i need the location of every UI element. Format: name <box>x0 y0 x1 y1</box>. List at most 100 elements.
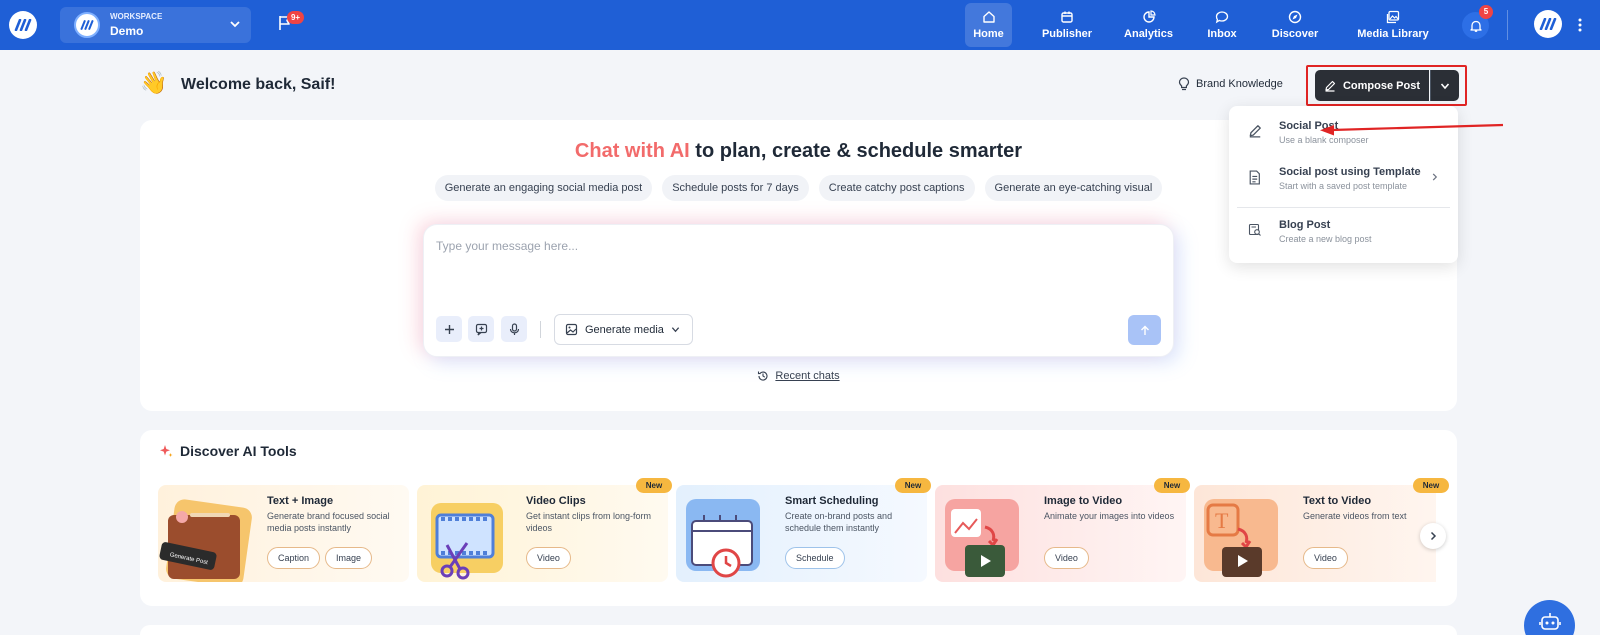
nav-analytics[interactable]: Analytics <box>1120 0 1177 50</box>
nav-home[interactable]: Home <box>965 3 1012 47</box>
prompt-chip[interactable]: Schedule posts for 7 days <box>662 175 809 201</box>
prompt-chip[interactable]: Create catchy post captions <box>818 175 975 201</box>
add-attachment-button[interactable] <box>436 316 462 342</box>
text-image-illustration: Generate Post <box>159 499 252 582</box>
lightbulb-icon <box>1178 77 1190 91</box>
pencil-icon <box>1249 125 1261 138</box>
hero-title-rest: to plan, create & schedule smarter <box>689 140 1023 162</box>
discover-title: Discover AI Tools <box>180 443 297 459</box>
images-icon <box>1386 10 1400 24</box>
carousel-next-button[interactable] <box>1420 523 1446 549</box>
generate-media-label: Generate media <box>585 323 664 336</box>
video-clips-illustration <box>431 503 503 580</box>
tag-image[interactable]: Image <box>325 547 373 569</box>
nav-discover-label: Discover <box>1271 28 1319 40</box>
microphone-icon <box>509 322 519 335</box>
plus-icon <box>444 324 454 334</box>
robot-icon <box>1538 613 1561 630</box>
card-title: Image to Video <box>1044 495 1123 507</box>
workspace-switcher[interactable]: WORKSPACE Demo <box>60 7 251 43</box>
chevron-down-icon <box>1440 82 1450 89</box>
tag-caption[interactable]: Caption <box>267 547 321 569</box>
nav-inbox[interactable]: Inbox <box>1200 0 1244 50</box>
nav-publisher-label: Publisher <box>1041 28 1093 40</box>
card-description: Create on-brand posts and schedule them … <box>785 511 893 533</box>
compose-post-button[interactable]: Compose Post <box>1315 70 1429 101</box>
home-icon <box>982 11 995 23</box>
tool-card-image-to-video[interactable]: Image to Video Animate your images into … <box>935 485 1186 582</box>
bell-icon <box>1469 20 1482 32</box>
navbar-divider <box>1507 10 1508 40</box>
prompt-chip[interactable]: Generate an eye-catching visual <box>984 175 1163 201</box>
compass-icon <box>1288 10 1302 24</box>
card-description: Animate your images into videos <box>1044 511 1175 521</box>
card-title: Text to Video <box>1303 495 1372 507</box>
recent-chats-label: Recent chats <box>775 370 840 382</box>
discover-ai-tools-section: Discover AI Tools Generate Post Text + I… <box>140 430 1457 606</box>
chatbot-launcher[interactable] <box>1524 600 1575 635</box>
new-badge: New <box>1413 478 1449 493</box>
card-title: Smart Scheduling <box>785 495 879 507</box>
tag-schedule[interactable]: Schedule <box>785 547 845 569</box>
new-badge: New <box>895 478 931 493</box>
media-icon <box>565 323 578 336</box>
welcome-heading: Welcome back, Saif! <box>181 76 336 93</box>
arrow-up-icon <box>1140 325 1149 335</box>
tool-card-text-image[interactable]: Generate Post Text + Image Generate bran… <box>158 485 409 582</box>
blog-search-icon <box>1248 223 1261 236</box>
compose-post-label: Compose Post <box>1342 79 1420 92</box>
nav-analytics-label: Analytics <box>1124 28 1173 40</box>
card-description: Get instant clips from long-form videos <box>526 511 652 533</box>
menu-item-blog-post[interactable]: Blog Post Create a new blog post <box>1229 211 1458 255</box>
nav-home-label: Home <box>973 28 1004 40</box>
tag-video[interactable]: Video <box>1044 547 1089 569</box>
text-to-video-illustration: T <box>1204 499 1278 577</box>
new-badge: New <box>1154 478 1190 493</box>
tool-card-smart-scheduling[interactable]: Smart Scheduling Create on-brand posts a… <box>676 485 927 582</box>
pie-chart-icon <box>1142 10 1156 23</box>
brand-knowledge-label: Brand Knowledge <box>1196 78 1283 90</box>
message-input[interactable]: Type your message here... <box>436 239 578 253</box>
send-button[interactable] <box>1128 315 1161 345</box>
hero-title-highlight: Chat with AI <box>574 140 690 162</box>
flag-badge: 9+ <box>287 11 304 24</box>
card-description: Generate videos from text <box>1303 511 1407 521</box>
top-navbar: WORKSPACE Demo 9+ Home Publisher Analyti… <box>0 0 1600 50</box>
toolbar-divider <box>540 321 541 338</box>
sparkle-icon <box>160 445 173 457</box>
pencil-icon <box>1325 80 1336 92</box>
workspace-label: WORKSPACE <box>110 12 163 21</box>
menu-item-title: Social post using Template <box>1279 166 1421 178</box>
calendar-clock-illustration <box>686 499 760 578</box>
chevron-right-icon <box>1430 531 1437 541</box>
app-logo[interactable] <box>9 11 37 39</box>
chevron-down-icon <box>230 21 240 28</box>
annotation-arrow <box>1320 123 1504 136</box>
tool-card-video-clips[interactable]: Video Clips Get instant clips from long-… <box>417 485 668 582</box>
tag-video[interactable]: Video <box>526 547 571 569</box>
nav-media-library-label: Media Library <box>1357 28 1429 40</box>
tag-video[interactable]: Video <box>1303 547 1348 569</box>
ai-prompt-button[interactable] <box>468 316 494 342</box>
card-title: Text + Image <box>267 495 334 507</box>
image-to-video-illustration <box>945 499 1019 577</box>
prompt-chip[interactable]: Generate an engaging social media post <box>434 175 653 201</box>
user-avatar[interactable] <box>1534 10 1562 38</box>
tool-card-text-to-video[interactable]: T Text to Video Generate videos from tex… <box>1194 485 1436 582</box>
compose-options-toggle[interactable] <box>1430 70 1459 101</box>
menu-item-title: Blog Post <box>1279 219 1331 231</box>
nav-discover[interactable]: Discover <box>1267 0 1323 50</box>
chat-input-box[interactable]: Type your message here... Generate media <box>423 224 1174 357</box>
nav-inbox-label: Inbox <box>1207 28 1237 40</box>
menu-item-social-post-template[interactable]: Social post using Template Start with a … <box>1229 158 1458 202</box>
generate-media-dropdown[interactable]: Generate media <box>554 314 693 345</box>
chat-plus-icon <box>475 323 487 335</box>
brand-knowledge-button[interactable]: Brand Knowledge <box>1178 77 1283 91</box>
nav-media-library[interactable]: Media Library <box>1350 0 1436 50</box>
recent-chats-link[interactable]: Recent chats <box>140 370 1457 382</box>
waving-hand-icon: 👋 <box>140 70 168 95</box>
nav-publisher[interactable]: Publisher <box>1037 0 1097 50</box>
voice-input-button[interactable] <box>501 316 527 342</box>
more-vertical-icon[interactable] <box>1578 18 1582 32</box>
new-badge: New <box>636 478 672 493</box>
